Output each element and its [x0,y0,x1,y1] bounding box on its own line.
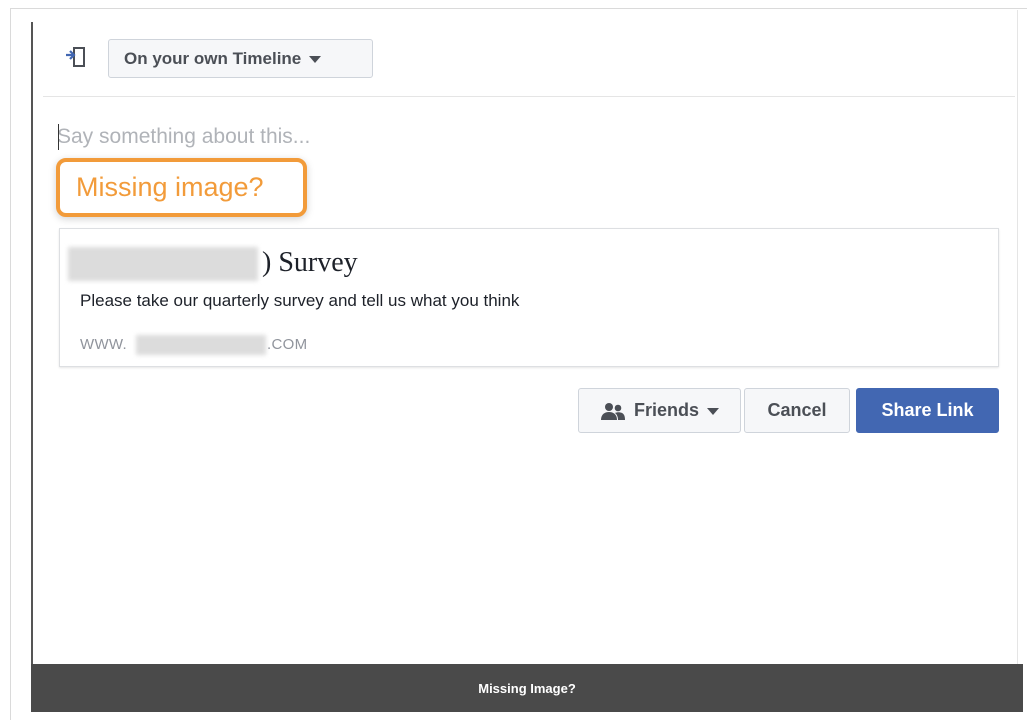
share-to-timeline-icon [66,47,85,67]
caption-text: Missing Image? [478,680,576,696]
audience-selector-button[interactable]: On your own Timeline [108,39,373,78]
privacy-selector-label: Friends [633,400,699,420]
composer-input[interactable] [57,122,657,152]
audience-selector-label: On your own Timeline [124,48,302,68]
friends-icon [600,402,625,420]
privacy-selector-button[interactable]: Friends [578,388,741,433]
share-link-button-label: Share Link [881,400,974,420]
link-url-suffix: .COM [267,336,308,353]
text-cursor [58,124,59,150]
link-description: Please take our quarterly survey and tel… [80,291,520,310]
chevron-down-icon [309,56,322,63]
link-title: ) Survey [262,247,358,278]
right-rule [1017,10,1018,712]
caption-bar: Missing Image? [31,664,1023,712]
cancel-button[interactable]: Cancel [744,388,850,433]
share-link-button[interactable]: Share Link [856,388,999,433]
link-preview-card[interactable]: ) Survey Please take our quarterly surve… [59,228,999,367]
share-dialog: On your own Timeline Missing image? ) Su… [0,0,1027,720]
missing-image-callout: Missing image? [56,158,307,217]
header-divider [43,96,1015,97]
redacted-title [68,247,258,281]
redacted-url [136,335,266,355]
cancel-button-label: Cancel [767,400,827,420]
link-url-prefix: WWW. [80,336,128,353]
chevron-down-icon [707,408,719,415]
left-rule [31,22,33,712]
missing-image-label: Missing image? [76,172,264,202]
